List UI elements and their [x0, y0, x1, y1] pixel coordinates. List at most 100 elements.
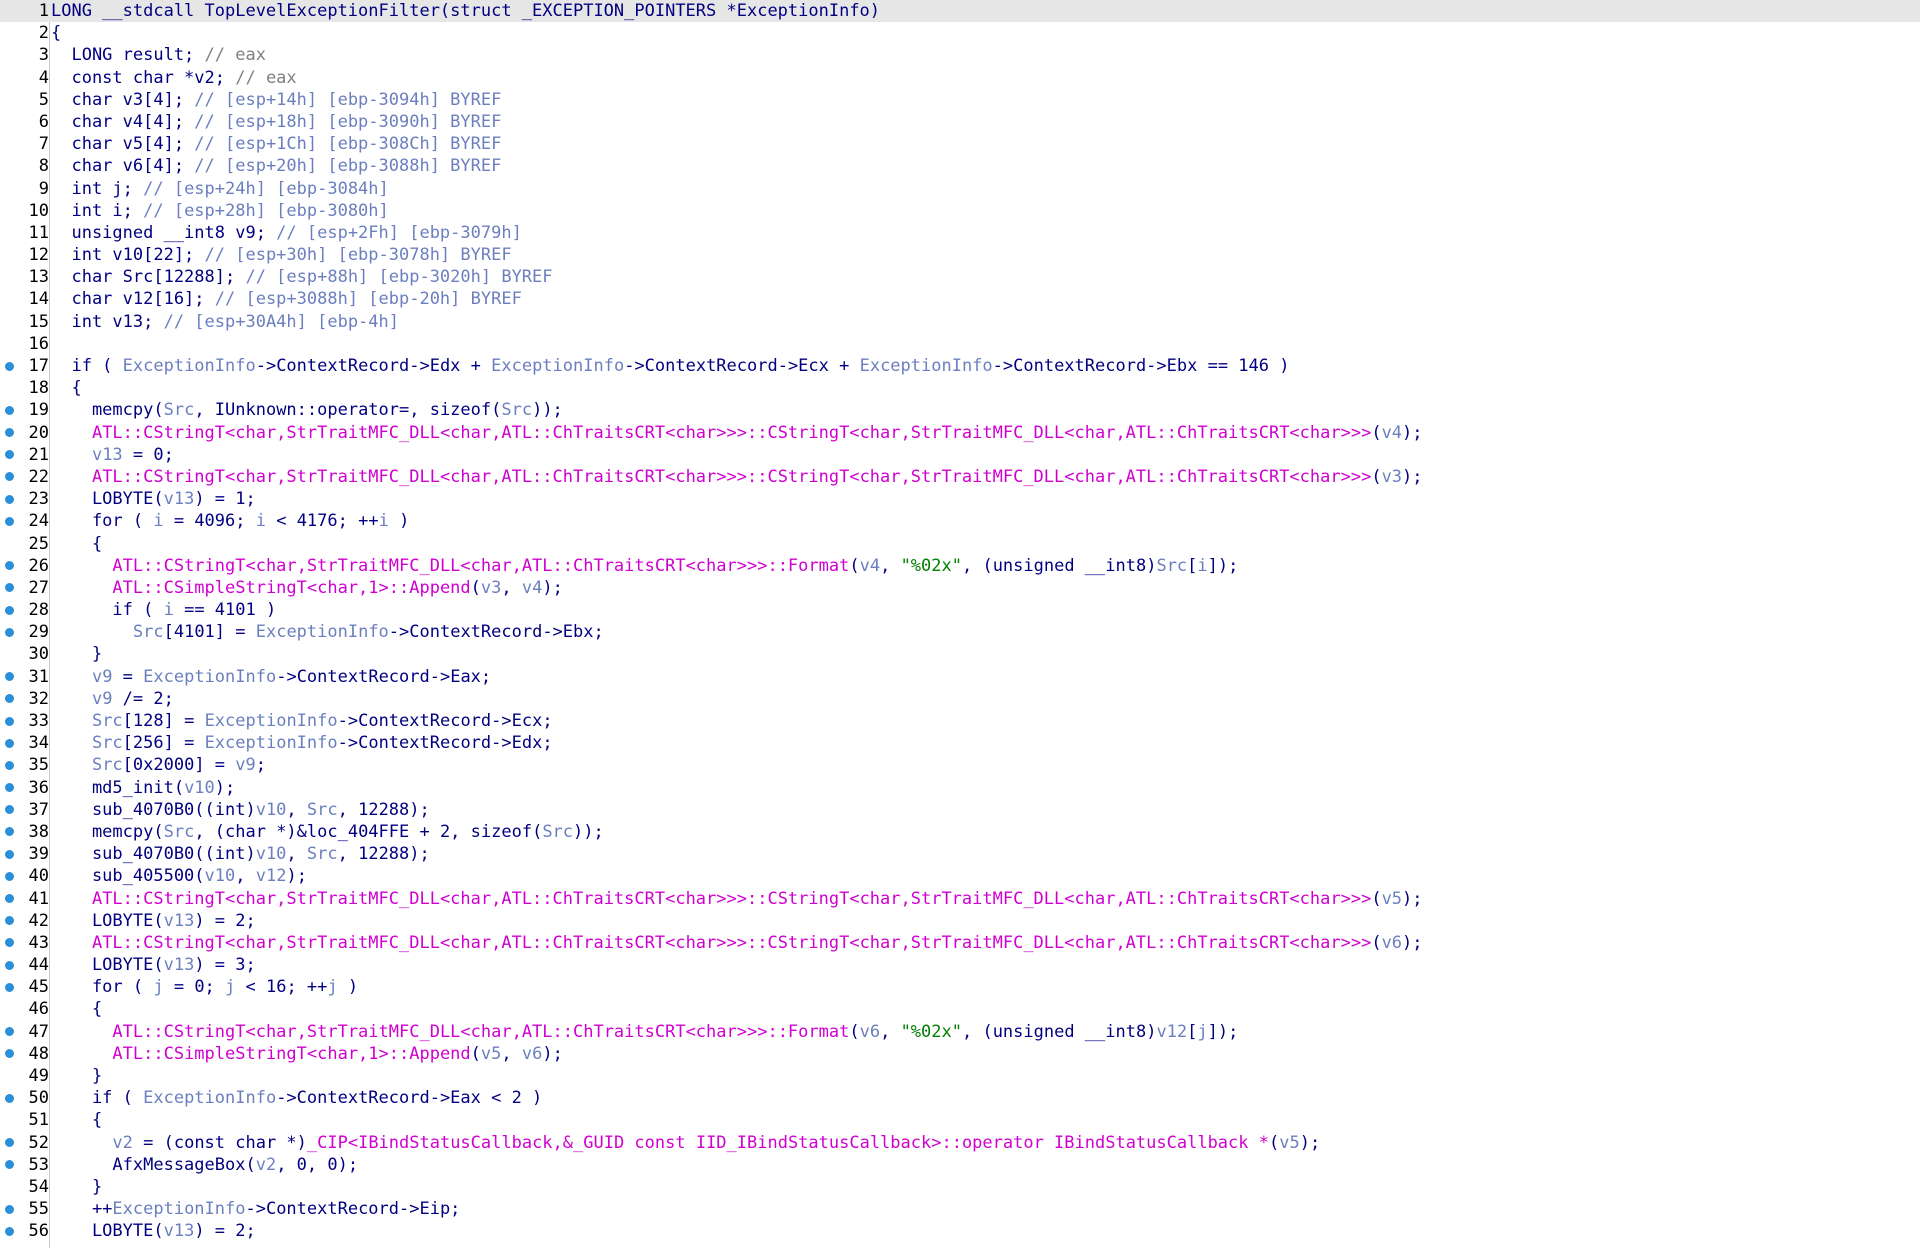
code-text[interactable]: int j; // [esp+24h] [ebp-3084h]: [51, 178, 389, 200]
code-token[interactable]: ]);: [1208, 556, 1239, 576]
code-text[interactable]: ATL::CSimpleStringT<char,1>::Append(v5, …: [51, 1043, 562, 1065]
code-token[interactable]: , IUnknown::operator=, sizeof(: [194, 400, 501, 420]
code-line[interactable]: 33 Src[128] = ExceptionInfo->ContextReco…: [0, 710, 1920, 732]
code-token[interactable]: ,: [501, 1044, 521, 1064]
code-text[interactable]: ATL::CStringT<char,StrTraitMFC_DLL<char,…: [51, 555, 1238, 577]
code-text[interactable]: ATL::CStringT<char,StrTraitMFC_DLL<char,…: [51, 932, 1423, 954]
code-token[interactable]: ,: [235, 866, 255, 886]
code-token[interactable]: // [esp+20h] [ebp-3088h] BYREF: [194, 156, 501, 176]
code-token[interactable]: v13: [164, 489, 195, 509]
code-text[interactable]: LOBYTE(v13) = 2;: [51, 1220, 256, 1242]
code-line[interactable]: 53 AfxMessageBox(v2, 0, 0);: [0, 1154, 1920, 1176]
code-token[interactable]: );: [1402, 889, 1422, 909]
code-token[interactable]: , 0, 0);: [276, 1155, 358, 1175]
code-line[interactable]: 46 {: [0, 998, 1920, 1020]
code-token[interactable]: int i;: [51, 201, 143, 221]
code-token[interactable]: v10: [184, 778, 215, 798]
code-token[interactable]: i: [379, 511, 389, 531]
code-token[interactable]: Src: [164, 822, 195, 842]
code-token[interactable]: );: [542, 578, 562, 598]
code-token[interactable]: ,: [880, 556, 900, 576]
code-token[interactable]: );: [1402, 933, 1422, 953]
code-line[interactable]: 36 md5_init(v10);: [0, 777, 1920, 799]
code-token[interactable]: ->ContextRecord->Ebx;: [389, 622, 604, 642]
code-token[interactable]: ,: [286, 844, 306, 864]
code-token[interactable]: (: [1371, 889, 1381, 909]
code-token[interactable]: ++: [51, 1199, 112, 1219]
code-line[interactable]: 44 LOBYTE(v13) = 3;: [0, 954, 1920, 976]
code-text[interactable]: }: [51, 1176, 102, 1198]
code-text[interactable]: sub_405500(v10, v12);: [51, 865, 307, 887]
code-token[interactable]: ATL::CStringT<char,StrTraitMFC_DLL<char,…: [92, 933, 1371, 953]
code-token[interactable]: // [esp+18h] [ebp-3090h] BYREF: [194, 112, 501, 132]
code-token[interactable]: // [esp+24h] [ebp-3084h]: [143, 179, 389, 199]
code-text[interactable]: for ( j = 0; j < 16; ++j ): [51, 976, 358, 998]
code-token[interactable]: ): [338, 977, 358, 997]
code-token[interactable]: [51, 622, 133, 642]
code-token[interactable]: , (unsigned __int8): [962, 1022, 1156, 1042]
code-token[interactable]: unsigned __int8 v9;: [51, 223, 276, 243]
code-token[interactable]: ATL::CStringT<char,StrTraitMFC_DLL<char,…: [112, 556, 849, 576]
code-token[interactable]: ) = 1;: [194, 489, 255, 509]
code-token[interactable]: v2: [112, 1133, 132, 1153]
code-text[interactable]: memcpy(Src, (char *)&loc_404FFE + 2, siz…: [51, 821, 604, 843]
code-token[interactable]: );: [542, 1044, 562, 1064]
code-text[interactable]: const char *v2; // eax: [51, 67, 296, 89]
code-token[interactable]: ATL::CStringT<char,StrTraitMFC_DLL<char,…: [92, 467, 1371, 487]
code-token[interactable]: v12: [256, 866, 287, 886]
code-line[interactable]: 22 ATL::CStringT<char,StrTraitMFC_DLL<ch…: [0, 466, 1920, 488]
code-line[interactable]: 31 v9 = ExceptionInfo->ContextRecord->Ea…: [0, 666, 1920, 688]
code-token[interactable]: }: [51, 1066, 102, 1086]
code-token[interactable]: Src: [307, 800, 338, 820]
code-token[interactable]: ) = 2;: [194, 911, 255, 931]
code-line[interactable]: 47 ATL::CStringT<char,StrTraitMFC_DLL<ch…: [0, 1021, 1920, 1043]
code-line[interactable]: 19 memcpy(Src, IUnknown::operator=, size…: [0, 399, 1920, 421]
code-token[interactable]: [51, 423, 92, 443]
code-text[interactable]: char v6[4]; // [esp+20h] [ebp-3088h] BYR…: [51, 155, 501, 177]
code-token[interactable]: ExceptionInfo: [143, 1088, 276, 1108]
code-token[interactable]: (: [1371, 423, 1381, 443]
code-text[interactable]: LOBYTE(v13) = 1;: [51, 488, 256, 510]
code-line[interactable]: 38 memcpy(Src, (char *)&loc_404FFE + 2, …: [0, 821, 1920, 843]
code-line[interactable]: 7 char v5[4]; // [esp+1Ch] [ebp-308Ch] B…: [0, 133, 1920, 155]
code-token[interactable]: // [esp+3088h] [ebp-20h] BYREF: [215, 289, 522, 309]
code-token[interactable]: [51, 1022, 112, 1042]
code-token[interactable]: ExceptionInfo: [112, 1199, 245, 1219]
code-text[interactable]: v9 /= 2;: [51, 688, 174, 710]
code-text[interactable]: Src[4101] = ExceptionInfo->ContextRecord…: [51, 621, 604, 643]
code-token[interactable]: [51, 889, 92, 909]
code-text[interactable]: {: [51, 1109, 102, 1131]
code-token[interactable]: [256] =: [123, 733, 205, 753]
code-token[interactable]: v13: [92, 445, 123, 465]
code-text[interactable]: unsigned __int8 v9; // [esp+2Fh] [ebp-30…: [51, 222, 521, 244]
code-token[interactable]: if (: [51, 1088, 143, 1108]
code-token[interactable]: ExceptionInfo: [205, 711, 338, 731]
code-text[interactable]: LOBYTE(v13) = 3;: [51, 954, 256, 976]
code-token[interactable]: = 4096;: [164, 511, 256, 531]
code-token[interactable]: );: [1300, 1133, 1320, 1153]
code-token[interactable]: Src: [501, 400, 532, 420]
code-token[interactable]: Src: [164, 400, 195, 420]
code-text[interactable]: LONG result; // eax: [51, 44, 265, 66]
code-text[interactable]: LOBYTE(v13) = 2;: [51, 910, 256, 932]
code-line[interactable]: 34 Src[256] = ExceptionInfo->ContextReco…: [0, 732, 1920, 754]
code-line[interactable]: 26 ATL::CStringT<char,StrTraitMFC_DLL<ch…: [0, 555, 1920, 577]
code-token[interactable]: Src: [307, 844, 338, 864]
code-token[interactable]: j: [153, 977, 163, 997]
code-line[interactable]: 4 const char *v2; // eax: [0, 67, 1920, 89]
code-text[interactable]: {: [51, 998, 102, 1020]
code-line[interactable]: 56 LOBYTE(v13) = 2;: [0, 1220, 1920, 1242]
code-token[interactable]: ExceptionInfo: [491, 356, 624, 376]
code-token[interactable]: [128] =: [123, 711, 205, 731]
code-text[interactable]: if ( ExceptionInfo->ContextRecord->Edx +…: [51, 355, 1289, 377]
code-token[interactable]: "%02x": [901, 1022, 962, 1042]
code-token[interactable]: for (: [51, 511, 153, 531]
code-line[interactable]: 6 char v4[4]; // [esp+18h] [ebp-3090h] B…: [0, 111, 1920, 133]
code-line[interactable]: 45 for ( j = 0; j < 16; ++j ): [0, 976, 1920, 998]
code-line[interactable]: 20 ATL::CStringT<char,StrTraitMFC_DLL<ch…: [0, 422, 1920, 444]
code-token[interactable]: v6: [860, 1022, 880, 1042]
code-token[interactable]: "%02x": [901, 556, 962, 576]
code-token[interactable]: v4: [860, 556, 880, 576]
code-text[interactable]: sub_4070B0((int)v10, Src, 12288);: [51, 799, 430, 821]
code-text[interactable]: memcpy(Src, IUnknown::operator=, sizeof(…: [51, 399, 563, 421]
